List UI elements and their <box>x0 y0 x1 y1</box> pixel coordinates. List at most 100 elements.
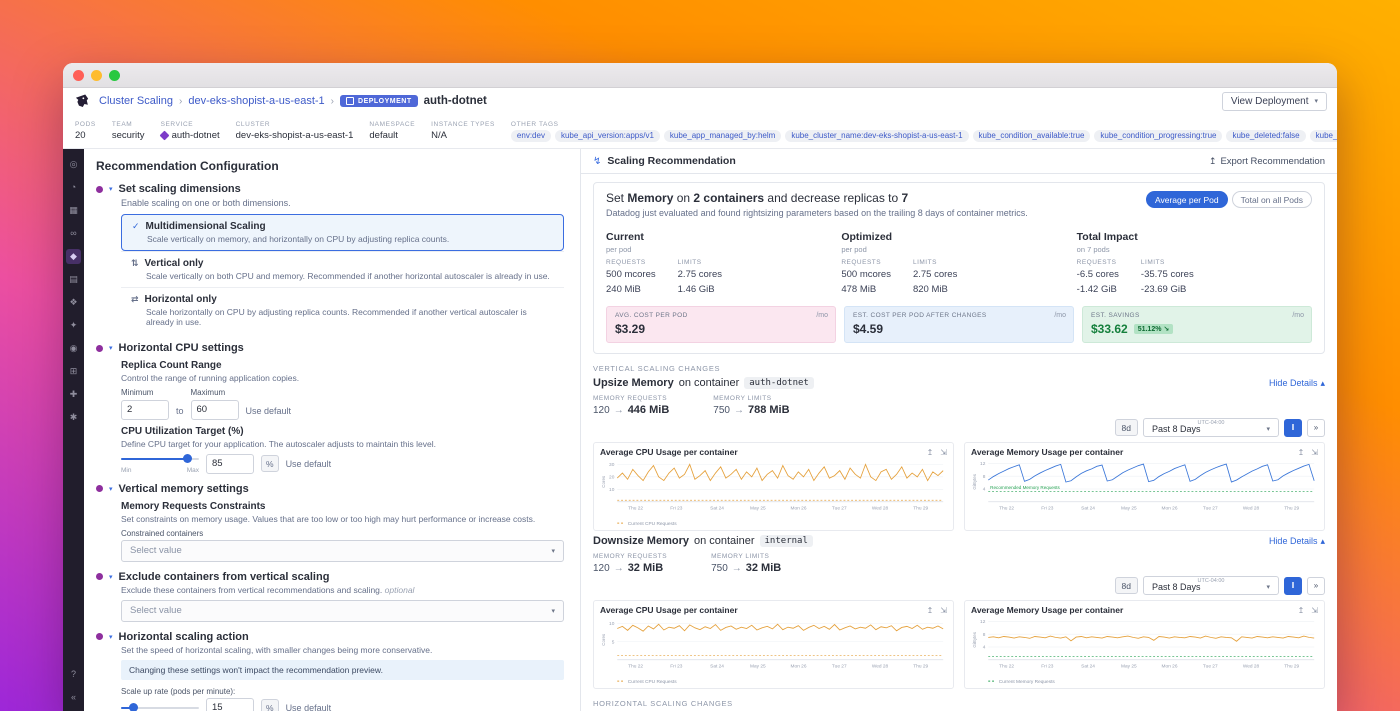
pause-button[interactable]: ‖ <box>1284 419 1302 437</box>
exclude-containers-select[interactable]: Select value ▾ <box>121 600 564 622</box>
info-value[interactable]: auth-dotnet <box>172 130 220 141</box>
help-icon[interactable]: ? <box>66 667 81 682</box>
scale-up-rate-input[interactable] <box>206 698 254 711</box>
section-header-vertical-memory[interactable]: ▾ Vertical memory settings <box>96 483 564 495</box>
cpu-usage-chart[interactable]: Average CPU Usage per container ↥ ⇲ 510T… <box>593 600 954 689</box>
integrations-icon[interactable]: ✚ <box>66 387 81 402</box>
option-desc: Scale vertically on memory, and horizont… <box>147 234 553 244</box>
tag-pill[interactable]: env:dev <box>511 130 551 142</box>
section-title: Set scaling dimensions <box>119 183 241 195</box>
tag-pill[interactable]: kube_condition_available:true <box>973 130 1091 142</box>
svg-text:Fri 23: Fri 23 <box>1041 506 1054 512</box>
cpu-target-input[interactable] <box>206 454 254 474</box>
slider-handle[interactable] <box>183 454 192 463</box>
option-horizontal-only[interactable]: ⇄ Horizontal only Scale horizontally on … <box>121 287 564 333</box>
fullscreen-icon[interactable]: ⇲ <box>940 448 947 457</box>
view-deployment-button[interactable]: View Deployment ▾ <box>1222 92 1327 111</box>
export-icon[interactable]: ↥ <box>927 606 934 615</box>
range-shortcut-chip[interactable]: 8d <box>1115 577 1138 594</box>
svg-text:Thu 22: Thu 22 <box>999 506 1014 512</box>
minimize-window-button[interactable] <box>91 70 102 81</box>
optimized-column: Optimized per pod REQUESTS 500 mcores 47… <box>841 227 1076 297</box>
cpu-target-slider[interactable] <box>121 454 199 465</box>
svg-text:5: 5 <box>612 640 615 646</box>
chevron-down-icon: ▾ <box>109 185 113 193</box>
recommendation-configuration-panel: Recommendation Configuration ▾ Set scali… <box>84 149 581 711</box>
svg-text:Current CPU Requests: Current CPU Requests <box>628 522 677 528</box>
ci-icon[interactable]: ∞ <box>66 226 81 241</box>
tag-pill[interactable]: kube_cluster_name:dev-eks-shopist-a-us-e… <box>785 130 968 142</box>
slider-handle[interactable] <box>129 703 138 711</box>
use-default-link[interactable]: Use default <box>286 703 332 711</box>
forward-button[interactable]: » <box>1307 419 1325 437</box>
arrow-right-icon: → <box>614 563 624 574</box>
tag-pill[interactable]: kube_deployment:auth-dotnet <box>1310 130 1337 142</box>
slider-max-label: Max <box>187 467 199 474</box>
use-default-link[interactable]: Use default <box>286 459 332 469</box>
metrics-icon[interactable]: ▦ <box>66 203 81 218</box>
total-all-pods-toggle[interactable]: Total on all Pods <box>1232 191 1312 208</box>
window-titlebar[interactable] <box>63 63 1337 88</box>
export-icon[interactable]: ↥ <box>927 448 934 457</box>
synthetics-icon[interactable]: ✦ <box>66 318 81 333</box>
section-set-scaling-dimensions: ▾ Set scaling dimensions Enable scaling … <box>96 183 564 333</box>
apm-icon[interactable]: ◆ <box>66 249 81 264</box>
collapse-sidebar-icon[interactable]: « <box>66 690 81 705</box>
search-icon[interactable]: ◎ <box>66 157 81 172</box>
time-range-select[interactable]: UTC-04:00 Past 8 Days ▾ <box>1143 576 1279 595</box>
average-per-pod-toggle[interactable]: Average per Pod <box>1146 191 1228 208</box>
constrained-containers-select[interactable]: Select value ▾ <box>121 540 564 562</box>
dashboards-icon[interactable]: ⊞ <box>66 364 81 379</box>
section-header-horizontal-cpu[interactable]: ▾ Horizontal CPU settings <box>96 342 564 354</box>
security-icon[interactable]: ❖ <box>66 295 81 310</box>
memory-usage-chart[interactable]: Average Memory Usage per container ↥ ⇲ 4… <box>964 600 1325 689</box>
export-label: Export Recommendation <box>1220 156 1325 167</box>
info-value: 20 <box>75 130 96 141</box>
section-title: Vertical memory settings <box>119 483 249 495</box>
option-multidimensional-scaling[interactable]: ✓ Multidimensional Scaling Scale vertica… <box>121 214 564 251</box>
tag-pill[interactable]: kube_api_version:apps/v1 <box>555 130 660 142</box>
tag-pill[interactable]: kube_condition_progressing:true <box>1094 130 1222 142</box>
fullscreen-icon[interactable]: ⇲ <box>1311 448 1318 457</box>
export-recommendation-button[interactable]: ↥ Export Recommendation <box>1209 156 1325 167</box>
zoom-window-button[interactable] <box>109 70 120 81</box>
deployment-info-bar: PODS 20 TEAM security SERVICE auth-dotne… <box>63 114 1337 149</box>
range-shortcut-chip[interactable]: 8d <box>1115 419 1138 436</box>
exclude-desc: Exclude these containers from vertical r… <box>121 585 382 595</box>
svg-text:May 25: May 25 <box>1121 664 1137 670</box>
fullscreen-icon[interactable]: ⇲ <box>1311 606 1318 615</box>
fullscreen-icon[interactable]: ⇲ <box>940 606 947 615</box>
monitors-icon[interactable]: ◉ <box>66 341 81 356</box>
logs-icon[interactable]: ▤ <box>66 272 81 287</box>
maximum-replicas-input[interactable] <box>191 400 239 420</box>
svg-text:Current CPU Requests: Current CPU Requests <box>628 680 677 686</box>
chevron-down-icon: ▾ <box>1266 425 1270 433</box>
forward-button[interactable]: » <box>1307 577 1325 595</box>
memory-usage-chart[interactable]: Average Memory Usage per container ↥ ⇲ 4… <box>964 442 1325 531</box>
section-header-scaling-action[interactable]: ▾ Horizontal scaling action <box>96 631 564 643</box>
close-window-button[interactable] <box>73 70 84 81</box>
settings-icon[interactable]: ✱ <box>66 410 81 425</box>
hide-details-link[interactable]: Hide Details ▴ <box>1269 536 1325 547</box>
breadcrumb-separator-icon: › <box>331 96 334 107</box>
minimum-replicas-input[interactable] <box>121 400 169 420</box>
breadcrumb-cluster-scaling[interactable]: Cluster Scaling <box>99 95 173 107</box>
scale-up-rate-slider[interactable] <box>121 702 199 711</box>
breadcrumb-cluster[interactable]: dev-eks-shopist-a-us-east-1 <box>188 95 324 107</box>
cpu-usage-chart[interactable]: Average CPU Usage per container ↥ ⇲ 1020… <box>593 442 954 531</box>
export-icon[interactable]: ↥ <box>1298 606 1305 615</box>
section-horizontal-cpu-settings: ▾ Horizontal CPU settings Replica Count … <box>96 342 564 474</box>
watchdog-icon[interactable]: ◔ <box>66 180 81 195</box>
option-vertical-only[interactable]: ⇅ Vertical only Scale vertically on both… <box>121 251 564 287</box>
use-default-link[interactable]: Use default <box>246 406 292 416</box>
time-range-select[interactable]: UTC-04:00 Past 8 Days ▾ <box>1143 418 1279 437</box>
tag-pill[interactable]: kube_deleted:false <box>1226 130 1305 142</box>
tag-pill[interactable]: kube_app_managed_by:helm <box>664 130 781 142</box>
pause-button[interactable]: ‖ <box>1284 577 1302 595</box>
hide-details-link[interactable]: Hide Details ▴ <box>1269 378 1325 389</box>
export-icon[interactable]: ↥ <box>1298 448 1305 457</box>
section-header-scaling-dimensions[interactable]: ▾ Set scaling dimensions <box>96 183 564 195</box>
section-header-exclude[interactable]: ▾ Exclude containers from vertical scali… <box>96 571 564 583</box>
datadog-logo-icon[interactable] <box>73 92 91 110</box>
section-vertical-memory-settings: ▾ Vertical memory settings Memory Reques… <box>96 483 564 562</box>
